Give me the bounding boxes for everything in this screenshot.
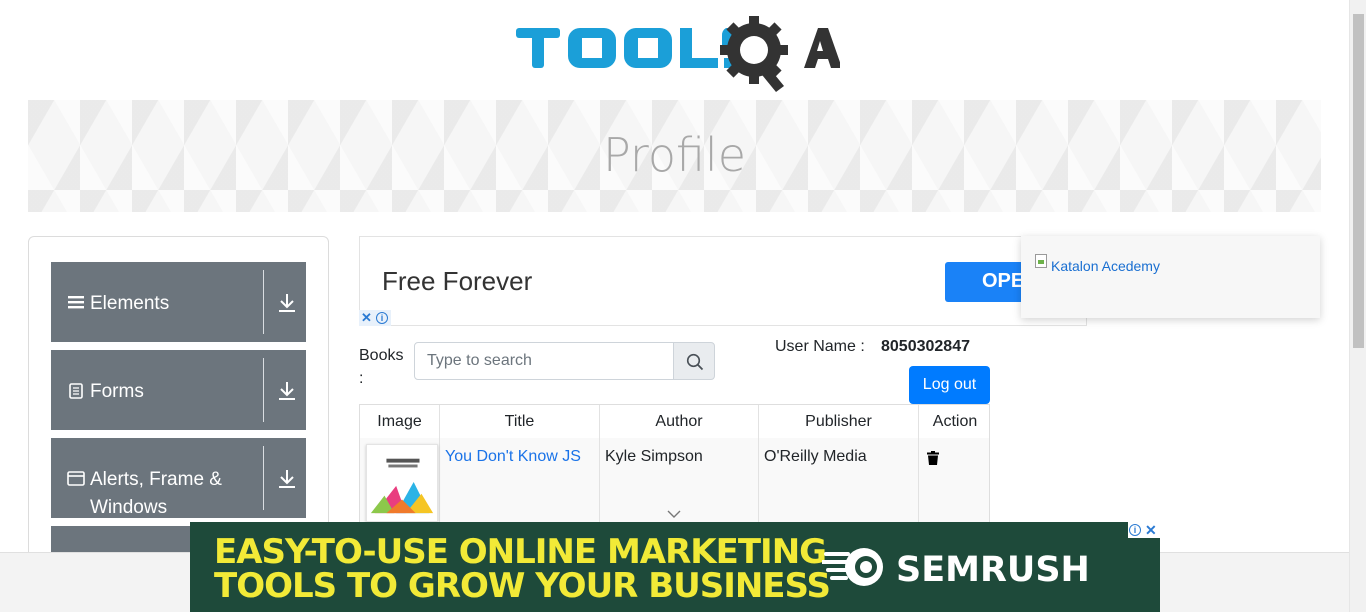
download-arrow-icon[interactable] — [277, 292, 297, 314]
window-icon — [67, 471, 85, 486]
sidebar-group-label: Forms — [90, 381, 144, 402]
scrollbar-thumb[interactable] — [1353, 14, 1364, 348]
book-title-link[interactable]: You Don't Know JS — [445, 448, 581, 465]
ad-line-2: TOOLS TO GROW YOUR BUSINESS — [214, 566, 831, 606]
page-title: Profile — [602, 128, 747, 182]
sidebar-group-forms[interactable]: Forms — [51, 350, 306, 430]
close-icon[interactable]: ✕ — [1145, 522, 1157, 539]
broken-image-icon — [1035, 254, 1047, 268]
info-icon[interactable]: i — [376, 312, 388, 324]
katalon-alt-text: Katalon Acedemy — [1051, 258, 1160, 274]
divider — [263, 358, 264, 422]
toolsqa-logo[interactable] — [514, 14, 840, 94]
search-button[interactable] — [673, 342, 715, 380]
divider — [263, 446, 264, 510]
brand-name: SEMRUSH — [896, 550, 1090, 590]
ad-choices-bottom[interactable]: i ✕ — [1128, 522, 1160, 538]
search-input[interactable] — [414, 342, 674, 380]
column-header-image[interactable]: Image — [360, 405, 440, 438]
ad-headline: Free Forever — [382, 266, 533, 296]
sidebar-group-elements[interactable]: Elements — [51, 262, 306, 342]
column-header-action[interactable]: Action — [919, 405, 989, 438]
page-scrollbar[interactable] — [1349, 0, 1366, 612]
column-header-title[interactable]: Title — [440, 405, 600, 438]
book-author: Kyle Simpson — [605, 448, 703, 465]
page-banner: Profile — [28, 100, 1321, 212]
trash-icon[interactable] — [927, 451, 939, 465]
document-icon — [69, 383, 83, 399]
book-publisher: O'Reilly Media — [764, 448, 867, 465]
column-header-author[interactable]: Author — [600, 405, 759, 438]
ad-semrush[interactable]: EASY-TO-USE ONLINE MARKETING TOOLS TO GR… — [190, 522, 1160, 612]
sidebar: Elements Forms Alerts, Frame & Windows — [28, 236, 329, 606]
info-icon[interactable]: i — [1129, 524, 1141, 536]
sidebar-group-label: Alerts, Frame & Windows — [90, 469, 222, 518]
semrush-logo-icon — [820, 548, 883, 586]
download-arrow-icon[interactable] — [277, 380, 297, 402]
close-icon[interactable]: ✕ — [361, 311, 372, 325]
username-label: User Name : — [775, 338, 865, 355]
table-header: Image Title Author Publisher Action — [360, 405, 989, 438]
books-label: Books : — [359, 347, 404, 387]
search-icon — [686, 353, 704, 371]
chevron-down-icon[interactable] — [667, 509, 681, 519]
ad-free-forever[interactable]: Free Forever OPE — [359, 236, 1087, 326]
katalon-ad[interactable]: Katalon Acedemy — [1021, 236, 1320, 318]
divider — [263, 270, 264, 334]
hamburger-icon — [68, 296, 84, 309]
column-header-publisher[interactable]: Publisher — [759, 405, 919, 438]
semrush-brand: SEMRUSH — [820, 546, 1122, 590]
ad-choices[interactable]: ✕ i — [359, 310, 391, 326]
logout-button[interactable]: Log out — [909, 366, 990, 404]
username-value: 8050302847 — [881, 338, 970, 355]
download-arrow-icon[interactable] — [277, 468, 297, 490]
page: Profile Elements Forms Alerts, Frame & W… — [0, 0, 1366, 612]
search-box — [414, 342, 715, 380]
sidebar-group-label: Elements — [90, 293, 170, 314]
sidebar-group-alerts[interactable]: Alerts, Frame & Windows — [51, 438, 306, 518]
book-cover-image — [366, 444, 438, 522]
